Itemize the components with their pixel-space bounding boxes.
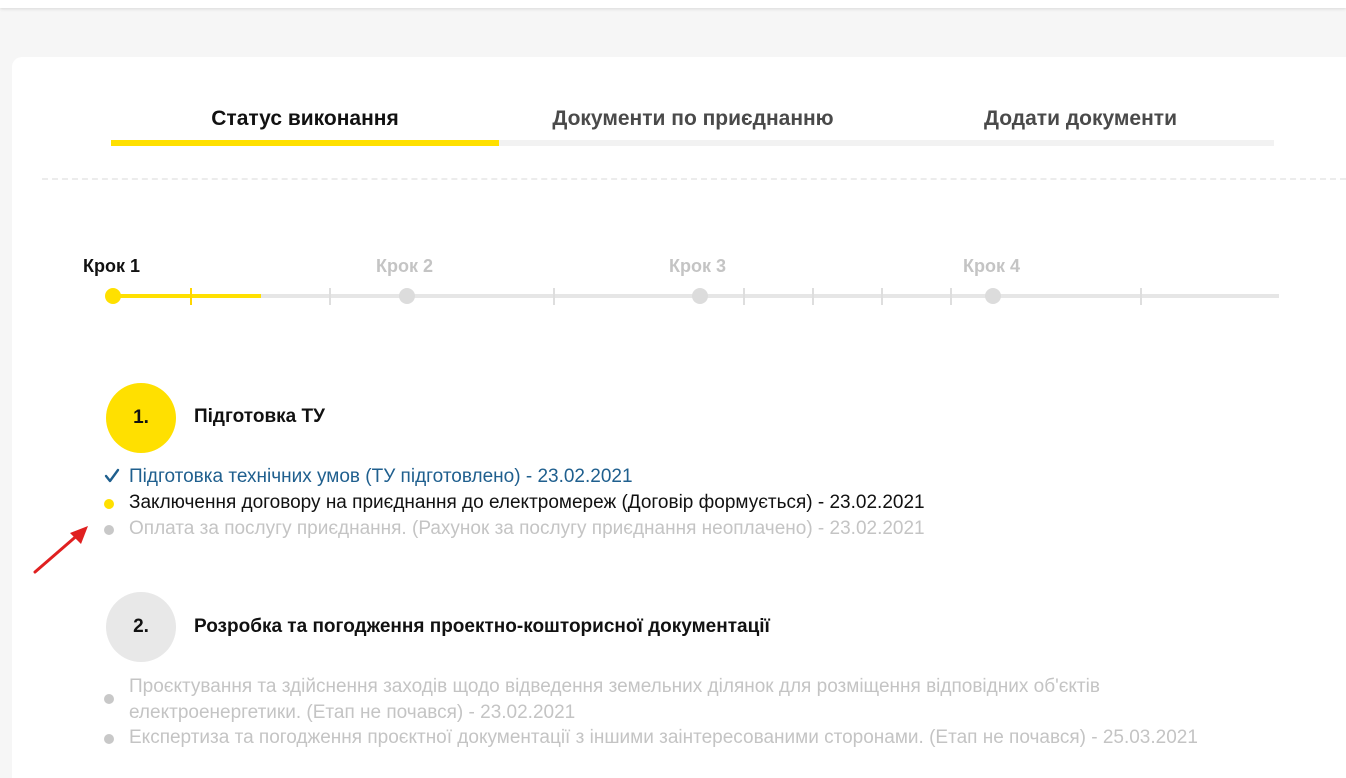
section-title: Підготовка ТУ — [194, 406, 325, 427]
section-number-badge: 1. — [106, 383, 176, 453]
tab-status[interactable]: Статус виконання — [111, 95, 499, 143]
tab-active-indicator — [111, 140, 499, 146]
progress-tick — [881, 288, 883, 305]
divider — [42, 178, 1346, 180]
progress-tick — [812, 288, 814, 305]
progress-tick — [743, 288, 745, 305]
tab-add-documents[interactable]: Додати документи — [887, 95, 1274, 143]
tab-documents[interactable]: Документи по приєднанню — [499, 95, 887, 143]
step-label-2[interactable]: Крок 2 — [376, 256, 433, 277]
step-node-2 — [399, 288, 415, 304]
step-label-4[interactable]: Крок 4 — [963, 256, 1020, 277]
list-item: Заключення договору на приєднання до еле… — [104, 490, 925, 516]
step-node-3 — [692, 288, 708, 304]
list-item-text: Експертиза та погодження проєктної докум… — [129, 727, 1198, 748]
check-icon — [104, 468, 120, 483]
progress-fill — [113, 294, 261, 298]
status-dot-icon — [104, 499, 114, 509]
list-item: Експертиза та погодження проєктної докум… — [104, 725, 1198, 751]
list-item-text: Заключення договору на приєднання до еле… — [129, 492, 925, 513]
list-item: Підготовка технічних умов (ТУ підготовле… — [104, 464, 633, 490]
list-item-text: Оплата за послугу приєднання. (Рахунок з… — [129, 518, 925, 539]
progress-tick — [553, 288, 555, 305]
status-dot-icon — [104, 694, 114, 704]
step-label-1[interactable]: Крок 1 — [83, 256, 140, 277]
progress-tick — [190, 288, 192, 305]
progress-tick — [1140, 288, 1142, 305]
list-item-text: Проєктування та здійснення заходів щодо … — [129, 676, 1100, 723]
section-title: Розробка та погодження проектно-кошторис… — [194, 616, 770, 637]
progress-tick — [950, 288, 952, 305]
step-node-1 — [105, 288, 121, 304]
step-label-3[interactable]: Крок 3 — [669, 256, 726, 277]
status-dot-icon — [104, 734, 114, 744]
status-dot-icon — [104, 525, 114, 535]
list-item-text[interactable]: Підготовка технічних умов (ТУ підготовле… — [129, 464, 633, 490]
top-bar — [0, 0, 1346, 8]
list-item: Проєктування та здійснення заходів щодо … — [104, 674, 1269, 726]
list-item: Оплата за послугу приєднання. (Рахунок з… — [104, 516, 925, 542]
annotation-arrow-icon — [33, 526, 88, 574]
tabs-bar: Статус виконання Документи по приєднанню… — [111, 95, 1274, 147]
progress-tick — [329, 288, 331, 305]
step-node-4 — [985, 288, 1001, 304]
section-number-badge: 2. — [106, 592, 176, 662]
